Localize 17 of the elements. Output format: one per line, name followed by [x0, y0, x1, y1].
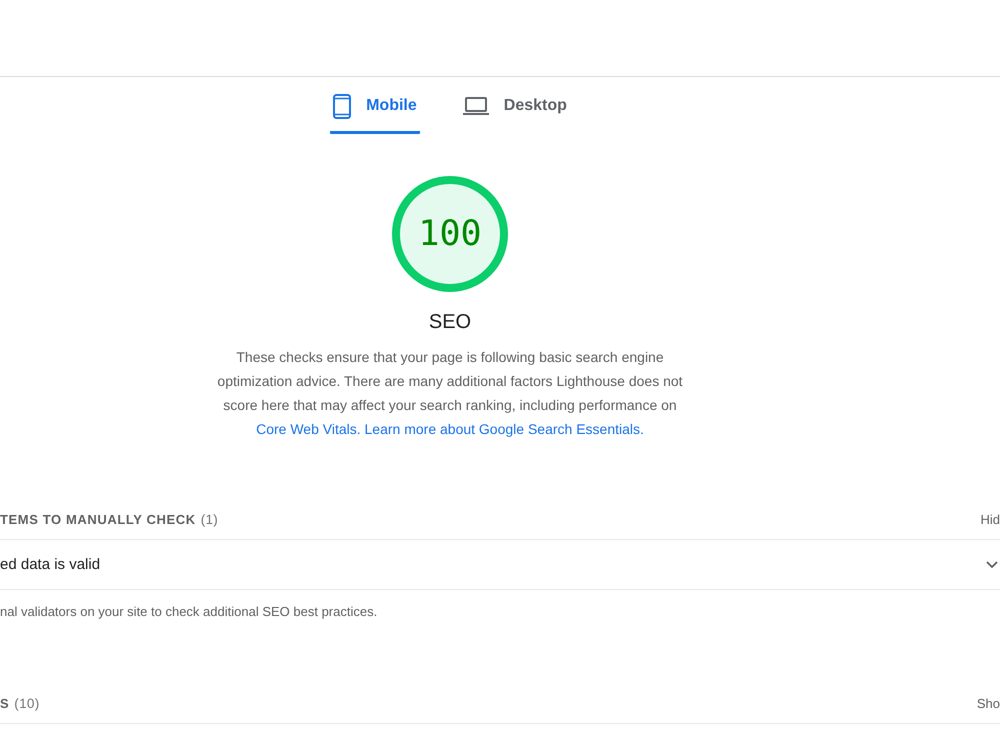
device-tab[interactable]: Mobile — [330, 77, 420, 134]
device-tab[interactable]: Desktop — [460, 77, 570, 134]
phone-icon — [333, 94, 352, 118]
audit-row[interactable]: ed data is valid — [0, 540, 1000, 590]
score-value: 100 — [418, 216, 482, 252]
category-title: SEO — [428, 310, 472, 335]
description-link[interactable]: Core Web Vitals. — [256, 421, 361, 437]
laptop-icon — [462, 97, 489, 115]
category-description: These checks ensure that your page is following basic search engine optimization advice. There are many additional factors Lighthouse does not score here that may affect your search ranking, including performance on Core Web Vitals. Learn more about Google Search Essentials. — [216, 348, 684, 439]
group-toggle[interactable]: Sho — [976, 696, 1000, 710]
group-toggle[interactable]: Hid — [980, 512, 1000, 526]
group-title: TEMS TO MANUALLY CHECK — [0, 512, 196, 526]
description-link[interactable]: Learn more about Google Search Essentials. — [364, 421, 644, 437]
audit-count: (1) — [200, 512, 218, 526]
group-title: S — [0, 696, 10, 710]
audit-count: (10) — [14, 696, 40, 710]
group-description: nal validators on your site to check additional SEO best practices. — [0, 603, 378, 621]
